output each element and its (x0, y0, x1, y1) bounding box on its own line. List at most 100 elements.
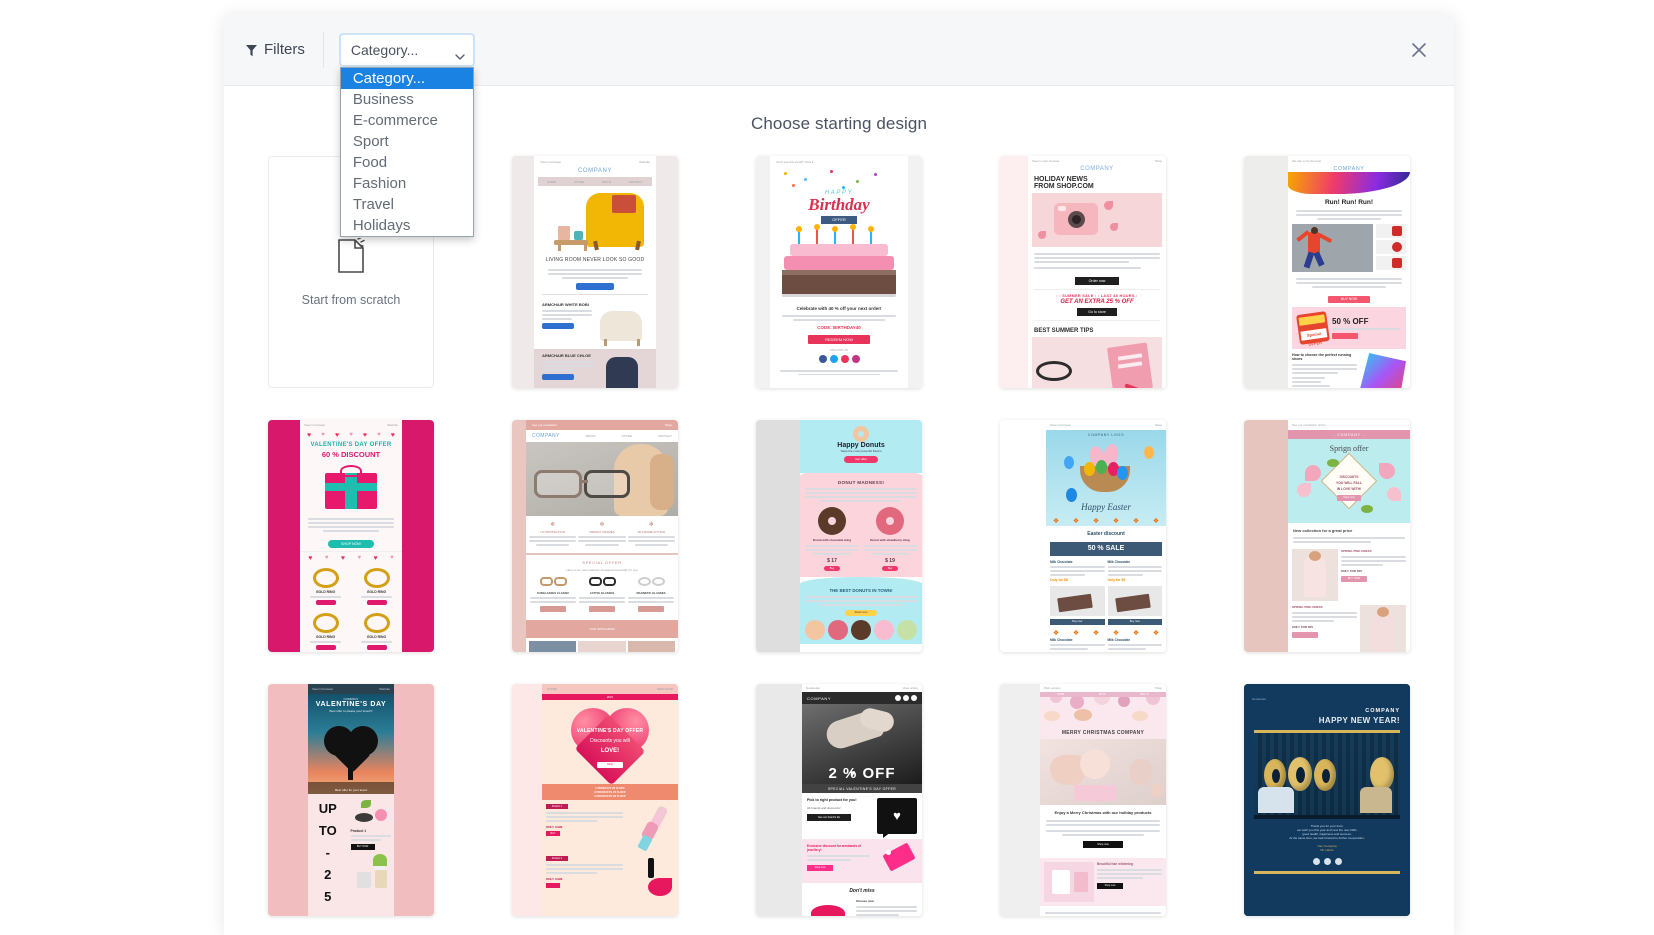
thumb-headline-1: VALENTINE'S DAY OFFER (542, 728, 678, 734)
thumb-brand: COMPANY (807, 696, 831, 701)
template-card-happy-donuts[interactable]: Happy Donuts Taste the most powerful fla… (756, 420, 922, 652)
category-select-value: Category... (351, 42, 418, 58)
thumb-headline: LIVING ROOM NEVER LOOK SO GOOD (534, 253, 656, 267)
funnel-icon (246, 44, 257, 56)
close-icon (1411, 42, 1427, 58)
thumb-headline-2: 60 % DISCOUNT (300, 448, 402, 461)
template-card-happy-birthday[interactable]: Can't see this email? View it HAPPY (756, 156, 922, 388)
thumb-headline: VALENTINE'S DAY (308, 701, 394, 708)
category-option-1[interactable]: Business (341, 89, 473, 110)
thumb-cta: BUY NOW (1341, 576, 1367, 582)
header-divider (323, 32, 324, 68)
thumb-section: Don't miss (807, 888, 917, 894)
filters-label: Filters (246, 33, 323, 67)
template-thumbnail: STOREWEB SHOP 2021 VALENTINE'S DAY OFFER… (512, 684, 678, 916)
template-card-furniture-company[interactable]: View in browserWebsite COMPANY HOMESTORE… (512, 156, 678, 388)
template-card-valentines-60-discount[interactable]: View in browserWebsite ♥♥ ♥♥ ♥♥ ♥ VALENT… (268, 420, 434, 652)
category-option-6[interactable]: Travel (341, 194, 473, 215)
template-card-valentines-heart-tree[interactable]: View in browserWebsite COMPANY VALENTINE… (268, 684, 434, 916)
thumb-brand: COMPANY (534, 168, 656, 174)
template-thumbnail: View in browserShop COMPANY LOGO (1000, 420, 1166, 652)
template-card-run-sport[interactable]: We aim to be the best COMPANY Run! Run! … (1244, 156, 1410, 388)
thumb-offer-badge: Special OFFER (1300, 328, 1327, 341)
template-thumbnail: View in browserWebsite COMPANY VALENTINE… (268, 684, 434, 916)
thumb-headline: Run! Run! Run! (1288, 194, 1410, 208)
thumb-sub: Best offer to please your loved!!! (308, 709, 394, 713)
thumb-promo-4: 2 (310, 864, 346, 886)
thumb-headline: Happy Easter (1046, 502, 1166, 512)
template-thumbnail: View in web browserShop COMPANY HOLIDAY … (1000, 156, 1166, 388)
template-chooser-modal: Filters Category... Category... Business… (224, 14, 1454, 935)
thumb-item-1: SPRING PINK DRESS (1341, 549, 1406, 553)
thumb-price: ONLY 3.99$ (546, 825, 623, 829)
template-thumbnail: See our newsletterShop COMPANY ABOUTSTOR… (512, 420, 678, 652)
close-button[interactable] (1406, 37, 1432, 63)
thumb-promo-3: - (310, 842, 346, 864)
thumb-item-1: SUNGLASSES CLASSIC (530, 591, 576, 595)
category-option-0[interactable]: Category... (341, 68, 473, 89)
thumb-brand: COMPANY (308, 694, 394, 701)
thumb-sub1: ARMCHAIR WHITE BOBI (542, 302, 592, 307)
category-option-5[interactable]: Fashion (341, 173, 473, 194)
thumb-item: Milk Chocolate (1050, 560, 1105, 564)
template-thumbnail: We aim to be the best COMPANY Run! Run! … (1244, 156, 1410, 388)
template-card-valentines-discounts-love[interactable]: STOREWEB SHOP 2021 VALENTINE'S DAY OFFER… (512, 684, 678, 916)
template-card-happy-easter[interactable]: View in browserShop COMPANY LOGO (1000, 420, 1166, 652)
thumb-price-2: $ 19 (863, 558, 917, 564)
thumb-body-1: Pick to right product for you! (807, 798, 873, 802)
thumb-promo-2: TO (310, 820, 346, 842)
thumb-cta: Buy (824, 566, 840, 571)
template-card-merry-christmas[interactable]: Web versionShop HOME SHOP ABO UT (1000, 684, 1166, 916)
category-select-menu[interactable]: Category... Business E-commerce Sport Fo… (340, 67, 474, 237)
template-card-eyewear-company[interactable]: See our newsletterShop COMPANY ABOUTSTOR… (512, 420, 678, 652)
thumb-banner-2: GET AN EXTRA 25 % OFF (1028, 298, 1166, 306)
thumb-promo-1: DISCOUNTS (1291, 475, 1407, 479)
thumb-promo-1: UP (310, 798, 346, 820)
template-card-holiday-news-shop[interactable]: View in web browserShop COMPANY HOLIDAY … (1000, 156, 1166, 388)
thumb-tier-3: 3 PRODUCTS 30 % OFF (542, 794, 678, 798)
thumb-headline-2: Birthday (770, 196, 908, 214)
thumb-promo-5: 5 (310, 886, 346, 908)
thumb-price-1: $ 17 (805, 558, 859, 564)
template-thumbnail: Can't see this email? View it HAPPY (756, 156, 922, 388)
template-card-happy-new-year-2021[interactable]: Newsletter COMPANY HAPPY NEW YEAR! (1244, 684, 1410, 916)
thumb-section-1: DONUT MADNESS! (805, 480, 917, 485)
thumb-cta: BUY (546, 831, 560, 836)
thumb-headline-2: FROM SHOP.COM (1028, 183, 1166, 193)
category-option-4[interactable]: Food (341, 152, 473, 173)
thumb-body-4: At the same time, we look forward to fur… (1256, 836, 1398, 840)
thumb-price: Only for $8 (1050, 578, 1105, 582)
category-option-2[interactable]: E-commerce (341, 110, 473, 131)
thumb-ribbon: OFFER (821, 216, 857, 224)
thumb-item: Product 1 (351, 829, 391, 833)
template-thumbnail: Happy Donuts Taste the most powerful fla… (756, 420, 922, 652)
thumb-headline: 2 % OFF (828, 765, 895, 782)
template-thumbnail: Web versionShop HOME SHOP ABO UT (1000, 684, 1166, 916)
thumb-section: Beautiful hair whitening (1097, 862, 1162, 866)
thumb-cta: Order now (1075, 277, 1119, 285)
chevron-down-icon (455, 47, 465, 53)
category-option-7[interactable]: Holidays (341, 215, 473, 236)
app-root: Filters Category... Category... Business… (0, 0, 1654, 935)
category-filter: Category... Category... Business E-comme… (340, 34, 474, 66)
template-thumbnail: NewsletterView online COMPANY (756, 684, 922, 916)
thumb-brand: COMPANY LOGO (1046, 430, 1166, 437)
thumb-cta: BUY NOW (351, 844, 375, 850)
thumb-cta: REDEEM NOW (808, 335, 870, 344)
thumb-promo-2: YOU WILL FALL (1291, 481, 1407, 485)
template-card-valentines-20-off-bw[interactable]: NewsletterView online COMPANY (756, 684, 922, 916)
thumb-cta: Shop now (1083, 841, 1123, 848)
modal-header: Filters Category... Category... Business… (224, 14, 1454, 86)
category-select[interactable]: Category... (340, 34, 474, 66)
thumb-cta: Buy now (1050, 619, 1105, 625)
thumb-body-2: All brands and discounts! (807, 806, 873, 810)
thumb-brand: - COMPANY - (1288, 430, 1410, 439)
thumb-section: BEST SUMMER TIPS (1028, 325, 1166, 337)
thumb-promo-3: IN LOVE WITH! (1291, 487, 1407, 491)
template-grid: Start from scratch View in browserWebsit… (268, 156, 1410, 916)
thumb-headline: Enjoy a Merry Christmas with our holiday… (1046, 810, 1160, 815)
thumb-promo: Exclusive discount for armbands of jewel… (807, 844, 870, 852)
template-thumbnail: View in browserWebsite ♥♥ ♥♥ ♥♥ ♥ VALENT… (268, 420, 434, 652)
category-option-3[interactable]: Sport (341, 131, 473, 152)
template-card-spring-offer[interactable]: See our newsletter online - COMPANY - Sp… (1244, 420, 1410, 652)
